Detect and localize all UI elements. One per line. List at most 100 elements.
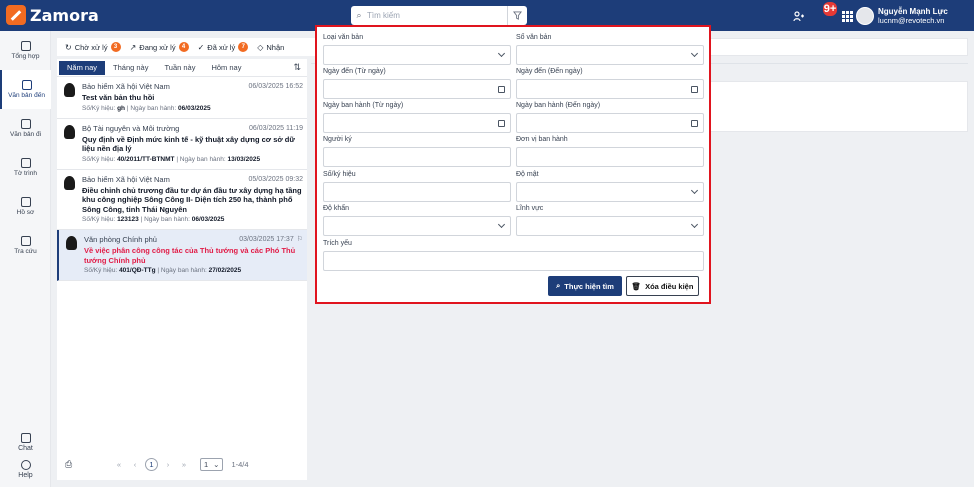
field-ngay-den-den: Ngày đến (Đến ngày) [516,67,704,99]
period-tab-nam-nay[interactable]: Năm nay [59,60,106,75]
user-email: lucnm@revotech.vn [878,16,945,25]
user-avatar [856,7,874,25]
user-menu[interactable]: Nguyễn Mạnh Lực lucnm@revotech.vn [856,7,948,25]
sidebar-item-help[interactable]: Help [0,456,51,483]
ngay-den-tu-input[interactable] [323,79,511,99]
count-badge: 7 [238,42,249,52]
do-mat-select[interactable] [516,182,704,202]
tab-nhan[interactable]: ◇ Nhận [257,43,284,52]
tab-cho-xu-ly[interactable]: ↻ Chờ xử lý 3 [65,42,121,52]
sidebar-item-to-trinh[interactable]: Tờ trình [0,148,51,187]
doc-meta: Số/Ký hiệu: 123123 | Ngày ban hành: 06/0… [82,216,225,223]
sidebar-item-van-ban-di[interactable]: Văn bản đi [0,109,51,148]
search-icon: ⌕ [556,281,561,290]
doc-meta: Số/Ký hiệu: 401/QĐ-TTg | Ngày ban hành: … [84,267,242,274]
calendar-icon[interactable] [691,120,698,127]
lookup-icon [20,236,31,246]
trash-icon: 🗑 [631,281,642,291]
field-nguoi-ky: Người ký [323,135,511,167]
search-input[interactable] [367,11,507,20]
apps-grid-icon[interactable] [840,9,854,23]
chevron-down-icon [497,49,506,58]
clear-button[interactable]: 🗑 Xóa điều kiện [626,276,699,296]
doc-meta: Số/Ký hiệu: 40/2011/TT-BTNMT | Ngày ban … [82,155,261,163]
period-tabs: Năm nay Tháng này Tuần này Hôm nay ⇅ [57,59,307,77]
app-name: Zamora [30,5,99,25]
tag-icon: ◇ [257,42,264,52]
outbox-icon [20,119,31,129]
list-item[interactable]: Văn phòng Chính phủ 03/03/2025 17:37 ⚐ Về … [57,230,307,281]
sidebar-item-chat[interactable]: Chat [0,429,51,456]
don-vi-ban-hanh-input[interactable] [516,147,704,167]
calendar-icon[interactable] [498,120,505,127]
tab-da-xu-ly[interactable]: ✓ Đã xử lý 7 [198,42,249,52]
last-page-icon[interactable]: » [176,460,192,469]
sidebar-item-van-ban-den[interactable]: Văn bản đến [0,70,51,109]
period-tab-tuan-nay[interactable]: Tuần này [156,61,203,75]
search-icon: ⌕ [356,10,362,20]
field-linh-vuc: Lĩnh vực [516,204,704,236]
sidebar-item-tra-cuu[interactable]: Tra cứu [0,226,51,265]
sender-avatar [64,83,75,97]
sort-icon[interactable]: ⇅ [293,62,301,73]
help-icon [20,460,31,470]
sidebar-item-tong-hop[interactable]: Tổng hợp [0,31,51,70]
page-current[interactable]: 1 [145,457,158,471]
linh-vuc-select[interactable] [516,216,704,236]
doc-title: Test văn bản thu hồi [82,93,155,102]
doc-org: Bảo hiểm Xã hội Việt Nam [82,82,170,91]
app-logo[interactable]: Zamora [6,5,99,25]
document-icon [20,158,31,168]
filter-icon[interactable] [507,6,527,25]
detail-toolbar [710,38,968,56]
logo-icon [6,5,26,25]
search-button[interactable]: ⌕ Thực hiện tìm [548,276,622,296]
doc-title: Về việc phân công công tác của Thủ tướng… [84,246,296,265]
field-don-vi-ban-hanh: Đơn vị ban hành [516,135,704,167]
period-tab-thang-nay[interactable]: Tháng này [105,61,156,75]
list-item[interactable]: Bảo hiểm Xã hội Việt Nam 05/03/2025 09:32… [57,170,307,230]
doc-date: 03/03/2025 17:37 ⚐ [239,234,303,245]
advanced-search-panel: Loại văn bản Sổ văn bản Ngày đến (Từ ngà… [315,25,711,304]
page-size-select[interactable]: 1 ⌄ [200,457,224,471]
document-list-panel: Năm nay Tháng này Tuần này Hôm nay ⇅ Bảo… [57,59,307,480]
calendar-icon[interactable] [691,86,698,93]
bell-icon[interactable]: 9+ [816,2,837,23]
flag-icon[interactable]: ⚐ [297,234,303,245]
so-ky-hieu-input[interactable] [323,182,511,202]
period-tab-hom-nay[interactable]: Hôm nay [203,61,249,75]
calendar-icon[interactable] [498,86,505,93]
ngay-ban-hanh-den-input[interactable] [516,113,704,133]
detail-card [710,81,968,132]
field-ngay-ban-hanh-den: Ngày ban hành (Đến ngày) [516,101,704,133]
sender-avatar [64,175,75,190]
nguoi-ky-input[interactable] [323,147,511,167]
doc-org: Bảo hiểm Xã hội Việt Nam [82,174,170,184]
list-item[interactable]: Bộ Tài nguyên và Môi trường 06/03/2025 11… [57,119,307,170]
ngay-den-den-input[interactable] [516,79,704,99]
user-name: Nguyễn Mạnh Lực [878,7,948,16]
tab-dang-xu-ly[interactable]: ↗ Đang xử lý 4 [130,42,189,52]
chevron-down-icon: ⌄ [213,459,220,469]
sender-avatar [64,124,75,139]
first-page-icon[interactable]: « [111,460,127,469]
field-ngay-ban-hanh-tu: Ngày ban hành (Từ ngày) [323,101,511,133]
doc-org: Văn phòng Chính phủ [84,235,157,244]
folder-icon [20,197,31,207]
org-chart-icon[interactable] [792,9,806,23]
next-page-icon[interactable]: › [160,460,176,469]
doc-org: Bộ Tài nguyên và Môi trường [82,123,180,133]
prev-page-icon[interactable]: ‹ [127,460,143,469]
sidebar-item-ho-so[interactable]: Hồ sơ [0,187,51,226]
so-van-ban-select[interactable] [516,45,704,65]
loai-van-ban-select[interactable] [323,45,511,65]
count-badge: 3 [110,42,121,52]
chevron-down-icon [690,186,699,195]
field-so-ky-hieu: Số/ký hiệu [323,170,511,202]
list-item[interactable]: Bảo hiểm Xã hội Việt Nam 06/03/2025 16:52… [57,77,307,119]
pagination: « ‹ 1 › » 1 ⌄ 1-4/4 [57,457,307,471]
ngay-ban-hanh-tu-input[interactable] [323,113,511,133]
sender-avatar [66,236,77,250]
do-khan-select[interactable] [323,216,511,236]
trich-yeu-input[interactable] [323,251,704,271]
